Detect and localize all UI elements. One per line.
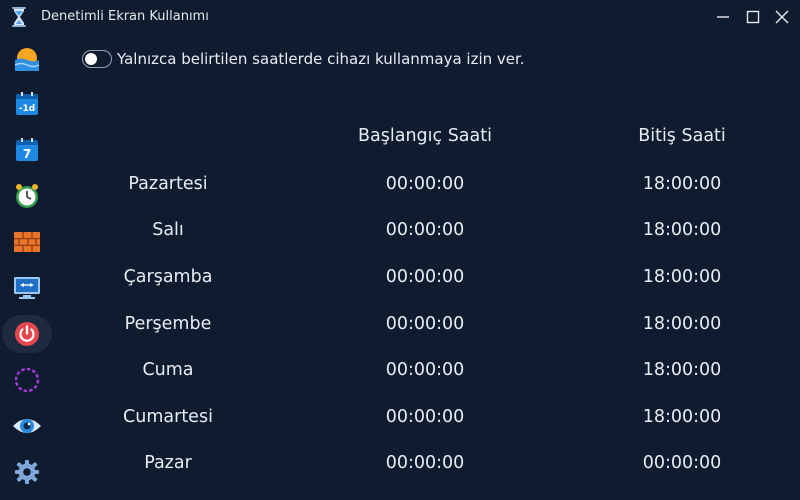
remote-desktop-icon	[14, 277, 40, 299]
hourglass-icon	[10, 7, 28, 27]
calendar-day-text: -1d	[19, 104, 35, 114]
start-time-value[interactable]: 00:00:00	[335, 453, 515, 473]
start-time-header: Başlangıç Saati	[358, 126, 492, 146]
day-label: Pazar	[144, 453, 192, 473]
close-button[interactable]	[772, 6, 792, 28]
end-time-value[interactable]: 18:00:00	[592, 174, 772, 194]
end-time-value[interactable]: 18:00:00	[592, 267, 772, 287]
end-time-value[interactable]: 00:00:00	[592, 453, 772, 473]
settings-gear-icon	[15, 460, 39, 484]
sidebar-item-settings[interactable]	[2, 453, 52, 491]
sidebar-item-firewall[interactable]	[2, 223, 52, 261]
sidebar: -1d 7	[0, 34, 56, 500]
sidebar-item-power[interactable]	[2, 315, 52, 353]
start-time-value[interactable]: 00:00:00	[335, 220, 515, 240]
start-time-value[interactable]: 00:00:00	[335, 174, 515, 194]
calendar-week-icon: 7	[16, 138, 38, 161]
start-time-value[interactable]: 00:00:00	[335, 314, 515, 334]
sidebar-item-remote[interactable]	[2, 269, 52, 307]
window-title: Denetimli Ekran Kullanımı	[41, 9, 209, 24]
end-time-value[interactable]: 18:00:00	[592, 314, 772, 334]
day-label: Cuma	[142, 360, 194, 380]
day-label: Perşembe	[124, 314, 212, 334]
end-time-header: Bitiş Saati	[638, 126, 726, 146]
restriction-toggle-row: Yalnızca belirtilen saatlerde cihazı kul…	[82, 48, 525, 70]
day-label: Çarşamba	[123, 267, 213, 287]
end-time-value[interactable]: 18:00:00	[592, 407, 772, 427]
end-time-value[interactable]: 18:00:00	[592, 220, 772, 240]
alarm-clock-icon	[16, 184, 38, 208]
dotted-circle-icon	[14, 367, 40, 393]
start-time-value[interactable]: 00:00:00	[335, 267, 515, 287]
sidebar-item-schedule-clock[interactable]	[2, 177, 52, 215]
sidebar-item-weekly[interactable]: 7	[2, 131, 52, 169]
firewall-icon	[14, 232, 40, 252]
sidebar-item-loading[interactable]	[2, 361, 52, 399]
sunset-icon	[14, 48, 40, 71]
calendar-week-text: 7	[23, 147, 31, 161]
calendar-day-icon: -1d	[16, 92, 38, 115]
sidebar-item-daily-limit[interactable]: -1d	[2, 85, 52, 123]
day-label: Salı	[152, 220, 184, 240]
day-label: Cumartesi	[123, 407, 213, 427]
day-label: Pazartesi	[128, 174, 208, 194]
start-time-value[interactable]: 00:00:00	[335, 360, 515, 380]
close-icon	[775, 10, 789, 24]
toggle-knob	[85, 53, 97, 65]
eye-icon	[13, 419, 41, 433]
maximize-button[interactable]	[743, 6, 763, 28]
sidebar-item-sunset[interactable]	[2, 39, 52, 77]
power-icon	[15, 322, 39, 346]
start-time-value[interactable]: 00:00:00	[335, 407, 515, 427]
minimize-icon	[717, 16, 729, 18]
restriction-toggle-label: Yalnızca belirtilen saatlerde cihazı kul…	[117, 50, 525, 68]
sidebar-item-eye[interactable]	[2, 407, 52, 445]
title-bar: Denetimli Ekran Kullanımı	[0, 0, 800, 34]
minimize-button[interactable]	[713, 6, 733, 28]
end-time-value[interactable]: 18:00:00	[592, 360, 772, 380]
restriction-toggle[interactable]	[82, 50, 112, 68]
maximize-icon	[746, 10, 760, 24]
